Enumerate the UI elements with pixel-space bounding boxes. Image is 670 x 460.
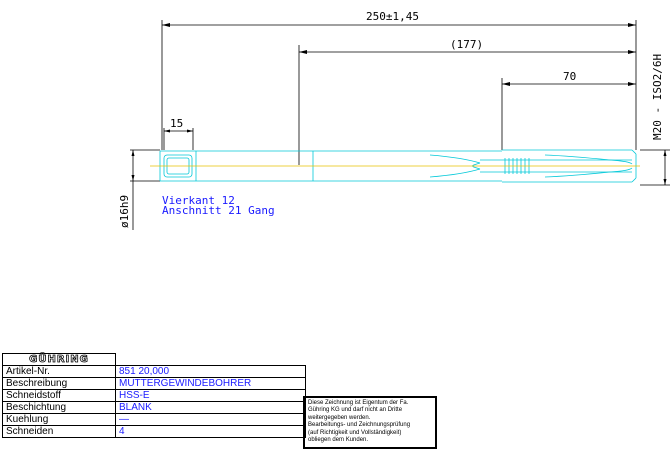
shank-diameter-label: ø16h9 (118, 195, 131, 228)
title-block: GÜHRING Artikel-Nr. 851 20,000 Beschreib… (2, 353, 306, 438)
note-chamfer: Anschnitt 21 Gang (162, 204, 275, 217)
company-logo: GÜHRING (2, 353, 116, 366)
field-value: HSS-E (115, 389, 306, 402)
field-value: BLANK (115, 401, 306, 414)
thread-length-label: 70 (563, 70, 576, 83)
field-label: Schneidstoff (2, 389, 116, 402)
field-value: — (115, 413, 306, 426)
field-value: 4 (115, 425, 306, 438)
field-label: Beschichtung (2, 401, 116, 414)
field-value: 851 20,000 (115, 365, 306, 378)
note-line: Gühring KG und darf nicht an Dritte (308, 407, 403, 414)
note-line: Bearbeitungs- und Zeichnungsprüfung (308, 422, 411, 429)
reference-length-label: (177) (450, 38, 483, 51)
field-label: Artikel-Nr. (2, 365, 116, 378)
field-value: MUTTERGEWINDEBOHRER (115, 377, 306, 390)
note-line: Diese Zeichnung ist Eigentum der Fa. (308, 400, 409, 406)
overall-length-label: 250±1,45 (366, 10, 419, 23)
field-label: Beschreibung (2, 377, 116, 390)
square-length-label: 15 (170, 117, 183, 130)
thread-spec-label: M20 - ISO2/6H (651, 54, 664, 140)
copyright-note: Diese Zeichnung ist Eigentum der Fa. Güh… (303, 396, 437, 449)
dimension-arrows (131, 23, 667, 185)
note-line: obliegen dem Kunden. (308, 437, 369, 444)
field-label: Kuehlung (2, 413, 116, 426)
note-line: (auf Richtigkeit und Vollständigkeit) (308, 429, 402, 436)
field-label: Schneiden (2, 425, 116, 438)
note-line: weitergegeben werden. (308, 414, 371, 421)
